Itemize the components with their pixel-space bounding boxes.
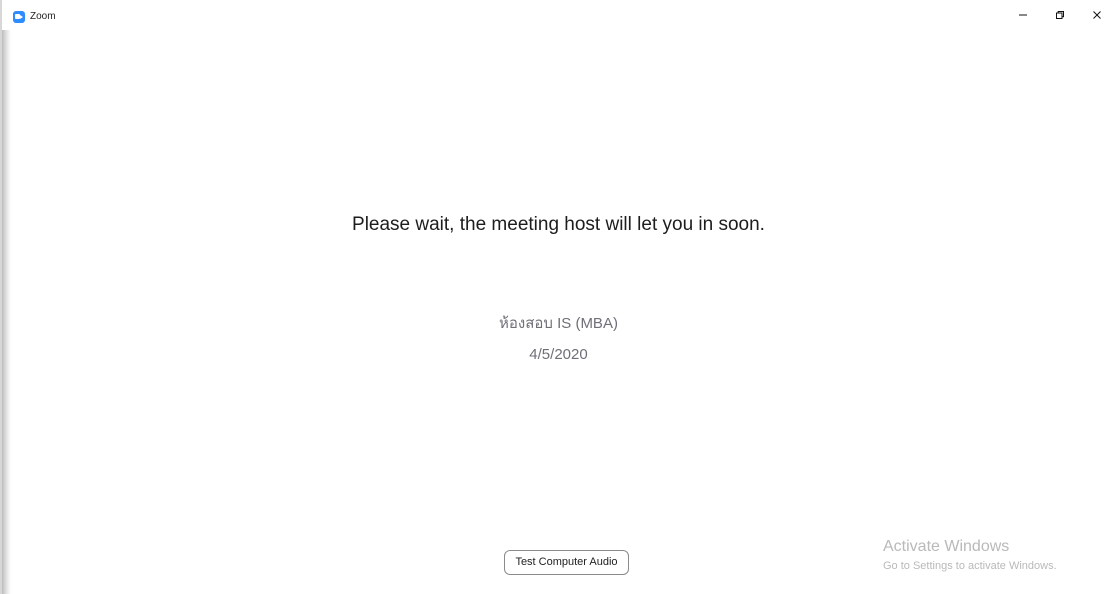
activate-windows-watermark: Activate Windows Go to Settings to activ… — [883, 537, 1103, 574]
zoom-video-icon — [13, 11, 25, 23]
zoom-waiting-room-window: Zoom Please wait, the meeting host will … — [0, 0, 1113, 594]
waiting-message: Please wait, the meeting host will let y… — [352, 214, 765, 235]
window-controls — [1004, 0, 1113, 30]
activate-windows-title: Activate Windows — [883, 538, 1010, 555]
activate-windows-subtitle: Go to Settings to activate Windows. — [883, 560, 1057, 572]
window-title: Zoom — [30, 11, 56, 22]
test-computer-audio-button[interactable]: Test Computer Audio — [504, 550, 629, 575]
close-icon — [1092, 11, 1101, 19]
minimize-icon — [1018, 14, 1027, 16]
close-button[interactable] — [1078, 0, 1113, 30]
restore-icon — [1055, 11, 1064, 19]
meeting-date: 4/5/2020 — [529, 346, 588, 363]
title-bar: Zoom — [2, 0, 1113, 30]
window-left-shadow — [2, 0, 11, 594]
restore-button[interactable] — [1041, 0, 1078, 30]
meeting-name: ห้องสอบ IS (MBA) — [499, 315, 618, 332]
minimize-button[interactable] — [1004, 0, 1041, 30]
